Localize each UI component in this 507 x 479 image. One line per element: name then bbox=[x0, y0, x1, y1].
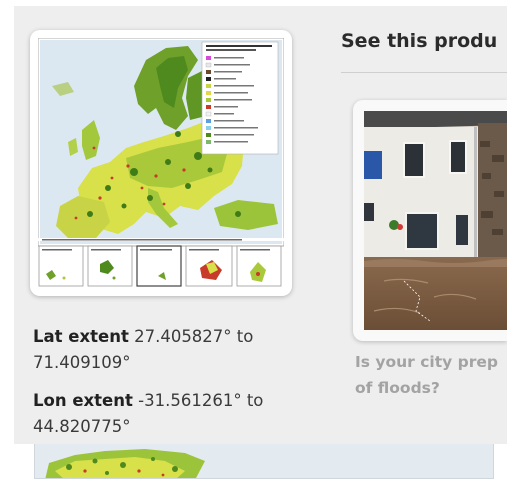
lat-extent-value-end: 71.409109° bbox=[33, 353, 131, 372]
lat-extent-label: Lat extent bbox=[33, 327, 129, 346]
lon-extent-value-end: 44.820775° bbox=[33, 417, 131, 436]
flood-article-card[interactable] bbox=[353, 100, 507, 341]
lat-extent-line-1: Lat extent 27.405827° to bbox=[33, 324, 253, 350]
background-map bbox=[34, 440, 494, 479]
lon-extent-value-start: -31.561261° to bbox=[138, 391, 264, 410]
see-this-product-heading: See this produ bbox=[341, 30, 498, 52]
lat-extent-value-start: 27.405827° to bbox=[134, 327, 254, 346]
europe-land-cover-map-thumbnail bbox=[38, 38, 284, 287]
flood-article-caption-line-1[interactable]: Is your city prep bbox=[355, 350, 507, 374]
lon-extent-line-1: Lon extent -31.561261° to bbox=[33, 388, 263, 414]
lon-extent-label: Lon extent bbox=[33, 391, 133, 410]
flooded-building-photo bbox=[364, 111, 507, 330]
heading-divider bbox=[341, 72, 507, 73]
product-thumbnail-card[interactable] bbox=[30, 30, 292, 296]
flood-article-caption-line-2[interactable]: of floods? bbox=[355, 376, 507, 400]
